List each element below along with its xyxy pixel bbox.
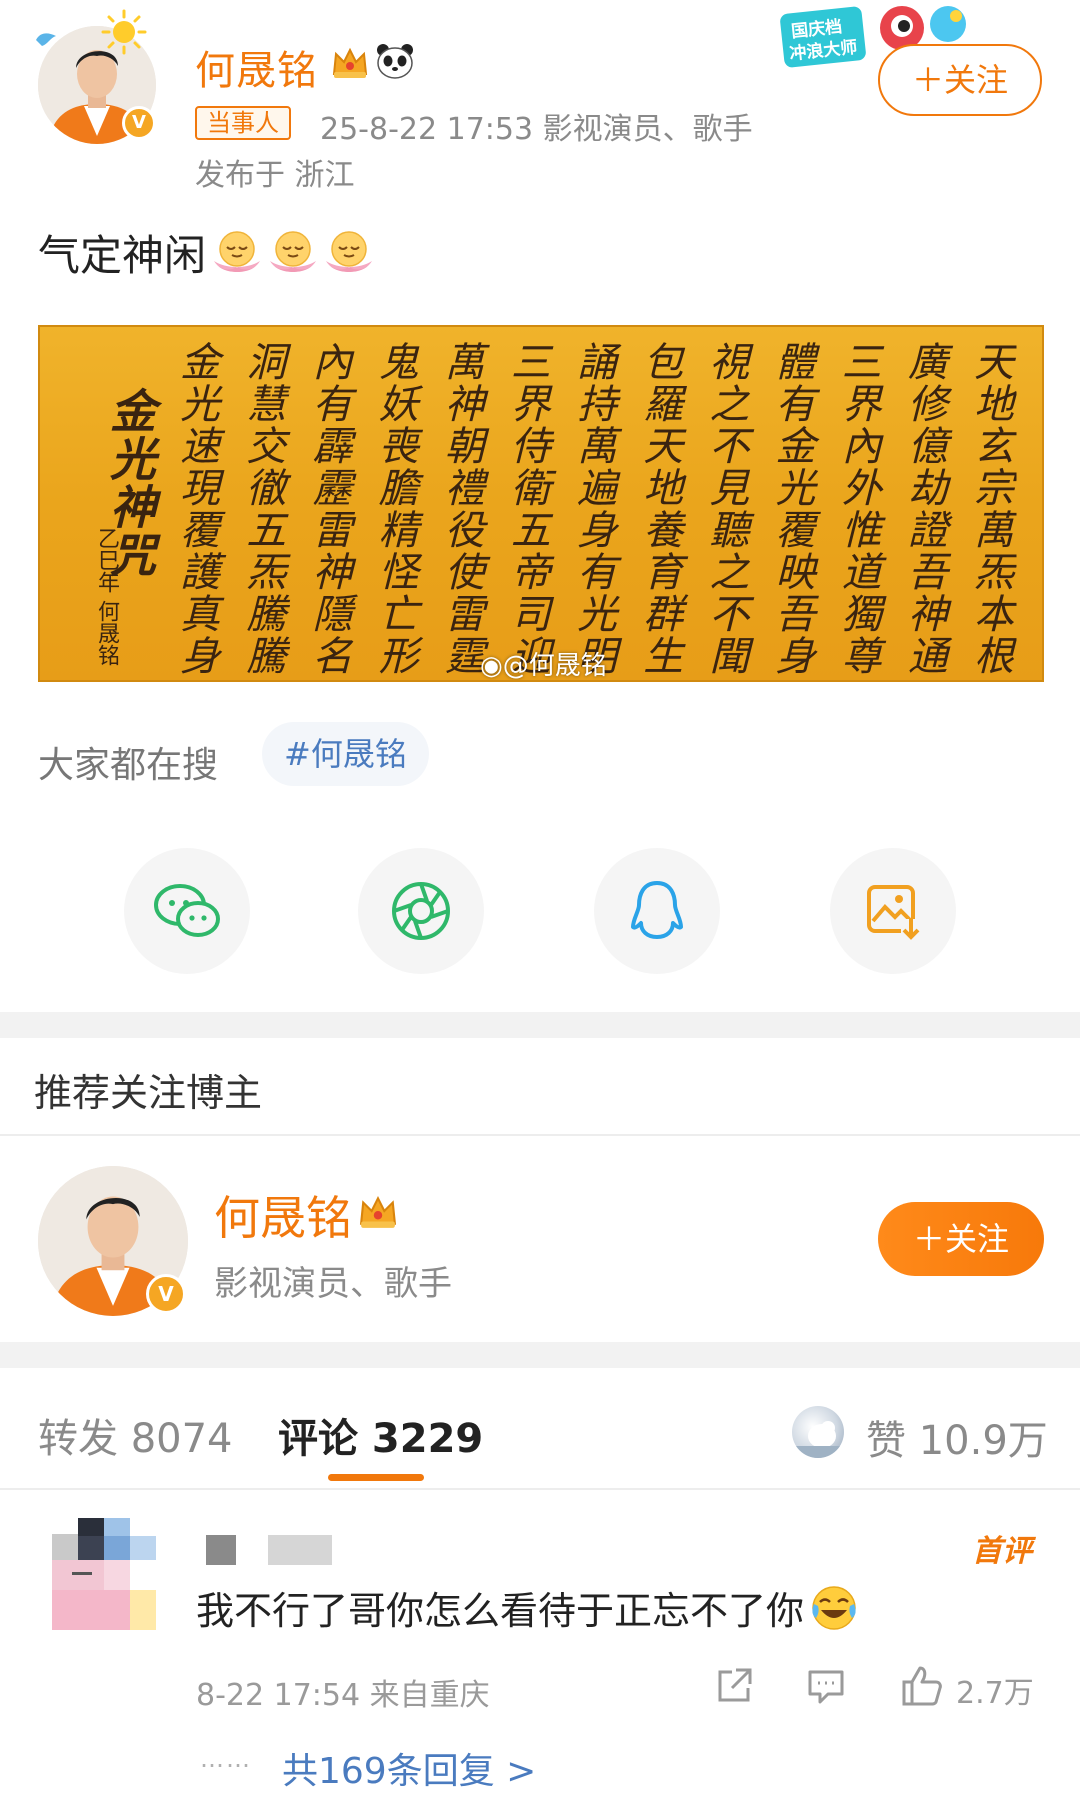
view-replies-link[interactable]: 共169条回复 > [282,1742,536,1794]
tab-comment[interactable]: 评论 3229 [278,1406,483,1464]
verified-badge-icon: V [122,106,156,140]
lotus-emoji-icon [214,230,261,272]
divider [0,1488,1080,1490]
section-divider [0,1012,1080,1038]
share-icon[interactable] [712,1664,756,1708]
calligraphy-column: 金光速現覆護真身 [173,341,220,677]
calligraphy-column: 鬼妖喪膽精怪亡形 [371,341,418,677]
wechat-icon [154,884,220,937]
calligraphy-column: 體有金光覆映吾身 [768,341,815,677]
lotus-emoji-icon [326,230,373,272]
comment-text: 我不行了哥你怎么看待于正忘不了你 [196,1580,858,1635]
save-image-button[interactable] [830,848,956,974]
active-tab-indicator [328,1474,424,1481]
post-meta: 25-8-22 17:53 影视演员、歌手 [320,112,753,147]
comment-like-count[interactable]: 2.7万 [956,1668,1034,1712]
trending-search-chip[interactable]: #何晟铭 [262,722,429,786]
commenter-name-blurred[interactable] [206,1535,338,1565]
tab-repost[interactable]: 转发 8074 [38,1406,233,1464]
reply-dots: …… [200,1745,252,1773]
trending-search-label: 大家都在搜 [38,745,219,786]
post-header: V 何晟铭 当事人 25-8-22 17:53 影视演员、歌手 发布于 浙江 国… [0,0,1080,200]
calligraphy-column: 三界侍衛五帝司迎 [503,341,550,677]
recommend-follow-button[interactable]: ＋关注 [878,1202,1044,1276]
share-qq-button[interactable] [594,848,720,974]
calligraphy-column: 三界內外惟道獨尊 [834,341,881,677]
reply-icon[interactable] [804,1664,848,1708]
recommend-desc: 影视演员、歌手 [214,1264,452,1304]
share-wechat-button[interactable] [124,848,250,974]
participant-tag: 当事人 [195,106,291,140]
lotus-emoji-icon [270,230,317,272]
crown-icon [332,47,368,78]
comment-text-content: 我不行了哥你怎么看待于正忘不了你 [196,1589,805,1633]
calligraphy-column: 洞慧交徹五炁騰騰 [239,341,286,677]
follow-button[interactable]: ＋关注 [878,44,1042,116]
thumbs-up-icon[interactable] [900,1664,944,1708]
save-image-icon [867,885,923,941]
author-name[interactable]: 何晟铭 [195,38,318,96]
first-comment-badge: 首评 [972,1534,1032,1569]
post-image-calligraphy[interactable]: 天地玄宗萬炁本根 廣修億劫證吾神通 三界內外惟道獨尊 體有金光覆映吾身 視之不見聽之不聞… [38,325,1044,682]
commenter-avatar[interactable] [52,1518,156,1630]
moments-icon [392,882,450,940]
watermark-text: @何晟铭 [502,651,607,681]
calligraphy-column: 包羅天地養育群生 [636,341,683,677]
divider [0,1134,1080,1136]
image-watermark: ◉@何晟铭 [480,645,607,681]
weibo-logo-icon: ◉ [480,651,503,681]
calligraphy-column: 廣修億劫證吾神通 [900,341,947,677]
calligraphy-column: 誦持萬遍身有光明 [570,341,617,677]
calligraphy-column: 視之不見聽之不聞 [702,341,749,677]
liker-avatar [792,1406,844,1458]
laugh-cry-emoji-icon [812,1585,856,1630]
panda-icon [377,44,413,79]
calligraphy-column: 萬神朝禮役使雷霆 [437,341,484,677]
post-location: 发布于 浙江 [195,158,355,193]
crown-icon [359,1195,397,1228]
tab-like[interactable]: 赞 10.9万 [866,1408,1048,1466]
recommend-avatar[interactable]: V [38,1166,188,1316]
verified-badge-icon: V [146,1274,186,1314]
comment-meta: 8-22 17:54 来自重庆 [196,1678,490,1713]
post-text-content: 气定神闲 [38,231,207,280]
calligraphy-column: 天地玄宗萬炁本根 [967,341,1013,677]
calligraphy-column: 內有霹靂雷神隱名 [305,341,352,677]
sun-icon [101,9,147,55]
share-moments-button[interactable] [358,848,484,974]
recommend-name[interactable]: 何晟铭 [214,1182,352,1248]
post-text: 气定神闲 [38,222,374,283]
bird-icon [36,33,56,46]
recommend-title: 推荐关注博主 [34,1071,263,1115]
calligraphy-signature: 乙巳年 何晟铭 [94,527,119,666]
qq-icon [631,881,683,939]
section-divider [0,1342,1080,1368]
